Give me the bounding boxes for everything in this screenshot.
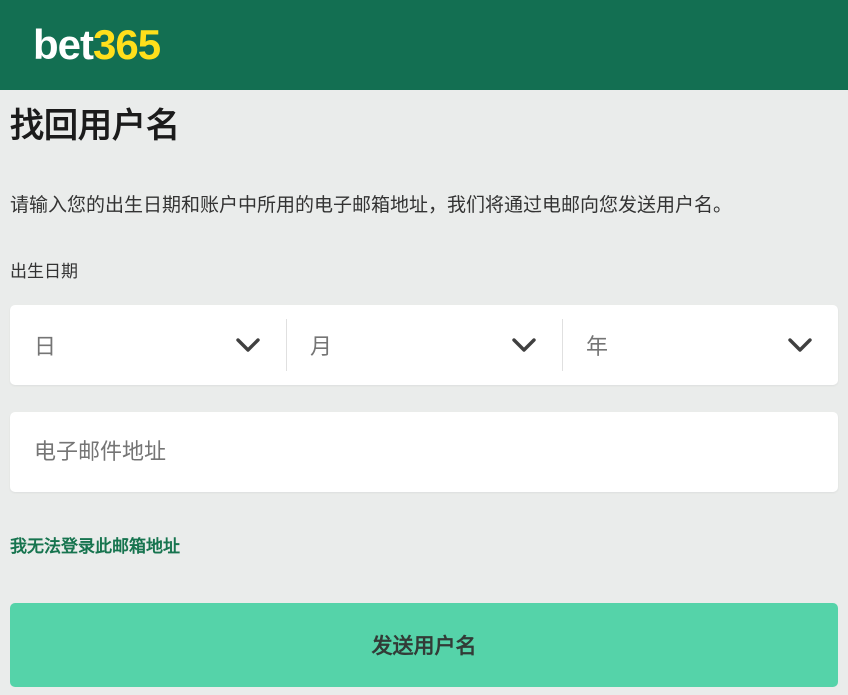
year-select[interactable]: 年 <box>562 305 838 385</box>
logo-365-text: 365 <box>93 21 160 68</box>
cant-access-email-link[interactable]: 我无法登录此邮箱地址 <box>10 532 180 557</box>
chevron-down-icon <box>236 337 260 353</box>
email-input[interactable] <box>10 412 838 492</box>
logo-bet-text: bet <box>33 21 93 68</box>
dob-label: 出生日期 <box>10 257 838 282</box>
day-select-value: 日 <box>34 329 56 361</box>
chevron-down-icon <box>512 337 536 353</box>
month-select-value: 月 <box>310 329 332 361</box>
dob-select-group: 日 月 年 <box>10 305 838 385</box>
day-select[interactable]: 日 <box>10 305 286 385</box>
send-username-button[interactable]: 发送用户名 <box>10 603 838 687</box>
page-title: 找回用户名 <box>10 106 838 146</box>
main-content: 找回用户名 请输入您的出生日期和账户中所用的电子邮箱地址，我们将通过电邮向您发送… <box>0 106 848 687</box>
month-select[interactable]: 月 <box>286 305 562 385</box>
chevron-down-icon <box>788 337 812 353</box>
year-select-value: 年 <box>586 329 608 361</box>
instructions-text: 请输入您的出生日期和账户中所用的电子邮箱地址，我们将通过电邮向您发送用户名。 <box>10 192 838 219</box>
bet365-logo[interactable]: bet365 <box>33 24 160 66</box>
header: bet365 <box>0 0 848 90</box>
